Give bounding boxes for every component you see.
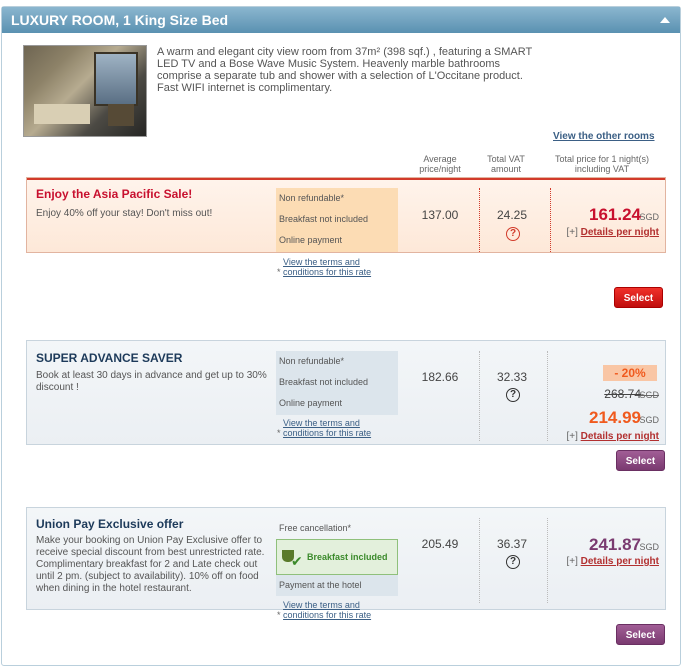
room-photo-chair <box>108 104 134 126</box>
avg-price: 137.00 <box>421 208 459 222</box>
terms-asterisk: * <box>277 428 281 438</box>
details-prefix: [+] <box>566 227 578 238</box>
rate-terms: * View the terms and conditions for this… <box>277 257 383 277</box>
collapse-arrow-icon[interactable] <box>660 17 670 23</box>
rate-description: Book at least 30 days in advance and get… <box>36 370 267 393</box>
rate-name: Enjoy the Asia Pacific Sale! <box>36 187 193 201</box>
col-head-total: Total price for 1 night(s) including VAT <box>542 154 662 174</box>
divider <box>479 351 480 441</box>
col-head-vat: Total VAT amount <box>476 154 536 174</box>
rate-name: SUPER ADVANCE SAVER <box>36 351 183 365</box>
terms-asterisk: * <box>277 267 281 277</box>
condition-refund: Non refundable* <box>279 356 345 366</box>
terms-link[interactable]: View the terms and conditions for this r… <box>283 257 383 277</box>
rate-union-pay: Union Pay Exclusive offer Make your book… <box>26 507 666 620</box>
col-head-total-line2: including VAT <box>574 164 630 174</box>
rate-description: Enjoy 40% off your stay! Don't miss out! <box>36 208 213 219</box>
room-title: LUXURY ROOM, 1 King Size Bed <box>11 12 229 28</box>
details-per-night-link[interactable]: Details per night <box>581 556 659 567</box>
condition-payment: Payment at the hotel <box>276 575 398 596</box>
divider <box>547 518 548 603</box>
room-header[interactable]: LUXURY ROOM, 1 King Size Bed <box>2 7 680 33</box>
currency: SGD <box>639 542 659 552</box>
details-prefix: [+] <box>566 431 578 442</box>
rate-name: Union Pay Exclusive offer <box>36 517 184 531</box>
select-button[interactable]: Select <box>614 287 663 308</box>
rate-terms: * View the terms and conditions for this… <box>277 418 383 438</box>
condition-cancellation: Free cancellation* <box>279 523 352 533</box>
condition-breakfast-included: ✔ Breakfast included <box>276 539 398 575</box>
col-head-vat-line1: Total VAT <box>487 154 525 164</box>
details-prefix: [+] <box>566 556 578 567</box>
condition-breakfast: Breakfast not included <box>279 214 369 224</box>
details-per-night: [+] Details per night <box>566 227 659 238</box>
checkmark-icon: ✔ <box>291 553 303 569</box>
total-price: 241.87 <box>589 535 641 554</box>
vat-help-icon[interactable]: ? <box>506 388 520 402</box>
total-price: 214.99 <box>589 408 641 427</box>
col-head-avg-line2: price/night <box>419 164 461 174</box>
room-photo[interactable] <box>23 45 147 137</box>
rate-asia-pacific-sale: Enjoy the Asia Pacific Sale! Enjoy 40% o… <box>26 177 666 277</box>
divider <box>547 351 548 441</box>
rate-description: Make your booking on Union Pay Exclusive… <box>36 535 265 594</box>
details-per-night: [+] Details per night <box>566 431 659 442</box>
col-head-vat-line2: amount <box>490 164 522 174</box>
col-head-total-line1: Total price for 1 night(s) <box>554 154 650 164</box>
total-price: 161.24 <box>589 205 641 224</box>
divider <box>550 188 551 252</box>
room-photo-window <box>94 52 138 106</box>
discount-badge: - 20% <box>603 365 657 381</box>
room-panel: LUXURY ROOM, 1 King Size Bed A warm and … <box>1 6 681 666</box>
terms-link[interactable]: View the terms and conditions for this r… <box>283 600 383 620</box>
sale-accent-line <box>27 178 665 180</box>
rate-super-advance-saver: SUPER ADVANCE SAVER Book at least 30 day… <box>26 340 666 445</box>
rate-conditions: Non refundable* Breakfast not included O… <box>276 188 398 252</box>
currency: SGD <box>639 212 659 222</box>
vat-help-icon[interactable]: ? <box>506 227 520 241</box>
currency: SGD <box>639 415 659 425</box>
vat-help-icon[interactable]: ? <box>506 555 520 569</box>
room-photo-bed <box>34 104 90 124</box>
condition-refund: Non refundable* <box>279 193 345 203</box>
room-description: A warm and elegant city view room from 3… <box>157 46 532 94</box>
details-per-night-link[interactable]: Details per night <box>581 431 659 442</box>
condition-payment: Online payment <box>279 235 343 245</box>
view-other-rooms-link[interactable]: View the other rooms <box>553 131 655 142</box>
col-head-avg-line1: Average <box>423 154 457 164</box>
avg-price: 182.66 <box>421 370 459 384</box>
condition-breakfast: Breakfast not included <box>279 377 369 387</box>
vat-amount: 32.33 <box>496 370 528 384</box>
divider <box>479 518 480 603</box>
rate-conditions: Free cancellation* ✔ Breakfast included … <box>276 518 398 598</box>
breakfast-label: Breakfast included <box>307 552 388 562</box>
vat-amount: 24.25 <box>496 208 528 222</box>
select-button[interactable]: Select <box>616 450 665 471</box>
old-currency: SGD <box>639 390 659 400</box>
vat-amount: 36.37 <box>496 537 528 551</box>
col-head-avg: Average price/night <box>410 154 470 174</box>
details-per-night: [+] Details per night <box>566 556 659 567</box>
terms-link[interactable]: View the terms and conditions for this r… <box>283 418 383 438</box>
condition-payment: Online payment <box>279 398 343 408</box>
divider <box>479 188 480 252</box>
rate-terms: * View the terms and conditions for this… <box>277 600 383 620</box>
details-per-night-link[interactable]: Details per night <box>581 227 659 238</box>
avg-price: 205.49 <box>421 537 459 551</box>
select-button[interactable]: Select <box>616 624 665 645</box>
old-price: 268.74 <box>604 387 641 401</box>
terms-asterisk: * <box>277 610 281 620</box>
rate-conditions: Non refundable* Breakfast not included O… <box>276 351 398 415</box>
